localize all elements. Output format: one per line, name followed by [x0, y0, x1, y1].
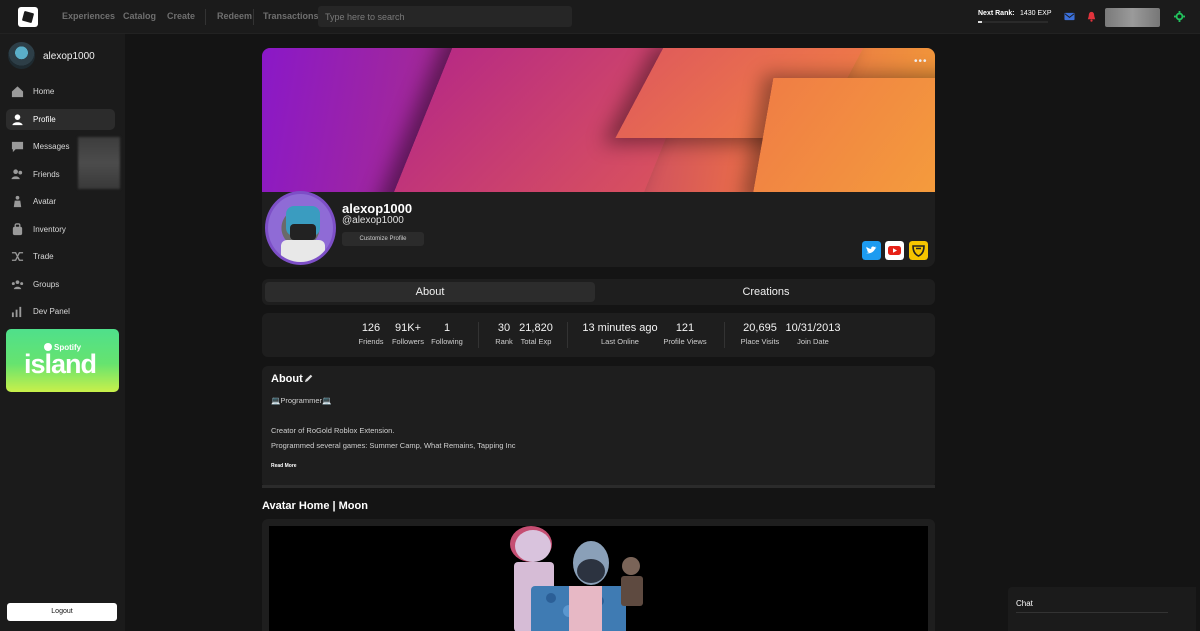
main-content: ••• alexop1000 @alexop1000 Customize Pro…: [125, 34, 1200, 631]
about-line: 💻Programmer💻: [271, 396, 332, 405]
sidebar-item-label: Messages: [33, 142, 70, 151]
search-input[interactable]: [318, 6, 572, 27]
profile-display-name: alexop1000: [342, 201, 413, 216]
nav-divider: [205, 9, 206, 25]
profile-avatar: [265, 191, 336, 265]
profile-tabs: About Creations: [262, 279, 935, 305]
stat-total-exp: 21,820 Total Exp: [519, 322, 553, 346]
notifications-bell-icon[interactable]: [1086, 11, 1097, 22]
sidebar-item-avatar[interactable]: Avatar: [6, 191, 115, 212]
ad-title: island: [24, 349, 97, 379]
chat-divider: [1016, 612, 1168, 613]
chat-title: Chat: [1016, 599, 1033, 608]
edit-pencil-icon[interactable]: [304, 374, 313, 383]
dev-panel-icon: [11, 306, 22, 318]
avatar-scene-image: [510, 526, 643, 631]
mail-icon[interactable]: [1064, 11, 1075, 22]
exp-value: 1430 EXP: [1020, 10, 1052, 17]
blurred-region: [78, 137, 120, 189]
nav-experiences[interactable]: Experiences: [62, 11, 115, 21]
sidebar-username: alexop1000: [43, 51, 95, 62]
profile-icon: [12, 114, 23, 126]
spotify-island-ad[interactable]: Spotify island: [6, 329, 119, 392]
stat-friends[interactable]: 126 Friends: [356, 322, 386, 346]
chat-panel[interactable]: Chat: [1008, 587, 1196, 631]
sidebar-item-dev-panel[interactable]: Dev Panel: [6, 301, 115, 322]
stat-rank: 30 Rank: [495, 322, 513, 346]
robux-balance-blurred: [1105, 8, 1160, 27]
nav-create[interactable]: Create: [167, 11, 195, 21]
nav-catalog[interactable]: Catalog: [123, 11, 156, 21]
youtube-icon[interactable]: [885, 241, 904, 260]
avatar-3d-view[interactable]: [269, 526, 928, 631]
stat-divider: [724, 322, 725, 348]
guilded-icon[interactable]: [909, 241, 928, 260]
avatar-icon: [13, 195, 22, 208]
stat-following[interactable]: 1 Following: [429, 322, 465, 346]
sidebar: alexop1000 Home Profile Messages Friends…: [0, 34, 125, 631]
sidebar-item-label: Dev Panel: [33, 307, 70, 316]
sidebar-item-label: Groups: [33, 280, 60, 289]
customize-profile-button[interactable]: Customize Profile: [342, 232, 424, 246]
about-line: Programmed several games: Summer Camp, W…: [271, 441, 516, 450]
next-rank-label: Next Rank:: [978, 10, 1015, 17]
home-icon: [11, 86, 24, 98]
rank-progress-bar: [978, 21, 1048, 23]
stat-profile-views: 121 Profile Views: [663, 322, 707, 346]
profile-banner: [262, 48, 935, 192]
roblox-logo-icon[interactable]: [18, 7, 38, 27]
stat-divider: [567, 322, 568, 348]
stat-followers[interactable]: 91K+ Followers: [388, 322, 428, 346]
nav-divider: [253, 9, 254, 25]
settings-gear-icon[interactable]: [1174, 11, 1185, 22]
rank-progress-fill: [978, 21, 982, 23]
tab-creations[interactable]: Creations: [600, 282, 932, 302]
profile-header-card: ••• alexop1000 @alexop1000 Customize Pro…: [262, 48, 935, 267]
sidebar-item-label: Inventory: [33, 225, 66, 234]
groups-icon: [11, 280, 24, 290]
sidebar-item-groups[interactable]: Groups: [6, 274, 115, 295]
sidebar-item-trade[interactable]: Trade: [6, 246, 115, 267]
about-title: About: [271, 373, 303, 385]
messages-icon: [11, 141, 24, 153]
profile-handle: @alexop1000: [342, 215, 404, 226]
sidebar-item-inventory[interactable]: Inventory: [6, 219, 115, 240]
nav-transactions[interactable]: Transactions: [263, 11, 319, 21]
sidebar-item-label: Home: [33, 87, 55, 96]
sidebar-item-label: Trade: [33, 252, 54, 261]
stat-place-visits: 20,695 Place Visits: [740, 322, 780, 346]
profile-stats: 126 Friends 91K+ Followers 1 Following 30 Ra…: [262, 313, 935, 357]
twitter-icon[interactable]: [862, 241, 881, 260]
avatar-home-title: Avatar Home | Moon: [262, 500, 368, 512]
friends-icon: [11, 169, 23, 180]
inventory-icon: [12, 223, 23, 236]
tab-about[interactable]: About: [265, 282, 595, 302]
trade-icon: [11, 252, 24, 261]
avatar[interactable]: [8, 42, 35, 69]
sidebar-item-profile[interactable]: Profile: [6, 109, 115, 130]
sidebar-item-label: Friends: [33, 170, 60, 179]
logout-button[interactable]: Logout: [7, 603, 117, 621]
about-line: Creator of RoGold Roblox Extension.: [271, 426, 395, 435]
stat-last-online: 13 minutes ago Last Online: [582, 322, 658, 346]
section-divider: [262, 485, 935, 488]
more-options-icon[interactable]: •••: [914, 56, 928, 67]
stat-divider: [478, 322, 479, 348]
sidebar-item-label: Avatar: [33, 197, 56, 206]
sidebar-item-label: Profile: [33, 115, 56, 124]
read-more-link[interactable]: Read More: [271, 463, 297, 469]
stat-join-date: 10/31/2013 Join Date: [785, 322, 841, 346]
nav-redeem[interactable]: Redeem: [217, 11, 252, 21]
sidebar-item-home[interactable]: Home: [6, 81, 115, 102]
top-bar: Experiences Catalog Create Redeem Transa…: [0, 0, 1200, 34]
avatar-home-panel: [262, 519, 935, 631]
about-section: About 💻Programmer💻 Creator of RoGold Rob…: [262, 366, 935, 488]
